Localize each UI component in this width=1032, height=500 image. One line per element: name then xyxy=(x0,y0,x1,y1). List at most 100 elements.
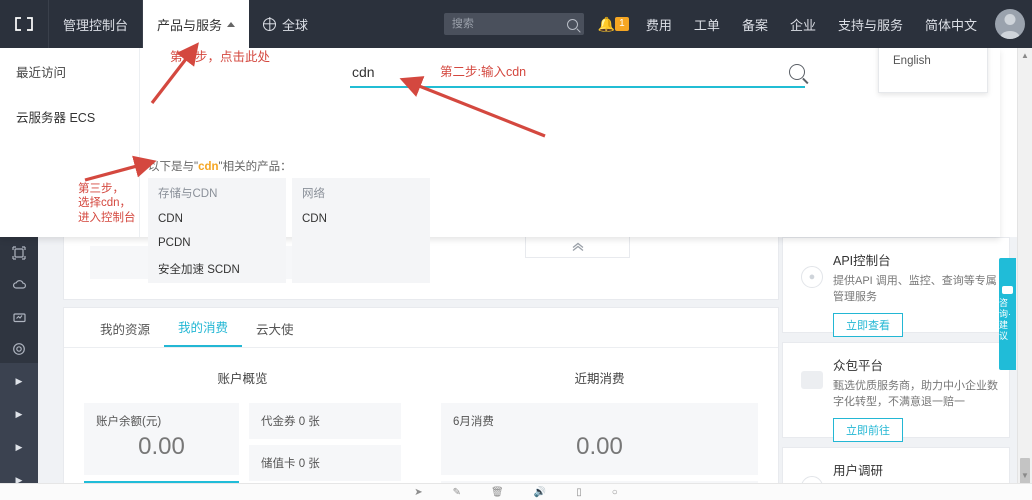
promo-card-button[interactable]: 立即查看 xyxy=(833,312,903,337)
tab-cloud-ambassador[interactable]: 云大使 xyxy=(242,319,308,347)
promo-card-title: 用户调研 xyxy=(833,464,884,478)
user-account[interactable] xyxy=(988,0,1032,48)
product-search-box[interactable] xyxy=(350,62,805,88)
recent-item-ecs[interactable]: 云服务器 ECS xyxy=(16,107,139,126)
annotation-step2: 第二步:输入cdn xyxy=(440,65,527,79)
promo-card-api-console: ● API控制台 提供API 调用、监控、查询等专属管理服务 立即查看 xyxy=(782,237,1010,337)
navbar-spacer xyxy=(322,0,444,48)
consult-suggestion-tab[interactable]: 咨询·建议 xyxy=(999,258,1016,370)
account-overview-title: 账户概览 xyxy=(217,372,268,386)
tab-my-resources[interactable]: 我的资源 xyxy=(86,319,164,347)
promo-card-desc: 甄选优质服务商，助力中小企业数字化转型，不满意退一赔一 xyxy=(833,380,998,408)
nav-region-label: 全球 xyxy=(282,17,309,33)
target-icon[interactable] xyxy=(0,333,38,365)
nav-link-language[interactable]: 简体中文 xyxy=(914,0,988,48)
scroll-down-arrow-icon[interactable]: ▼ xyxy=(1018,468,1032,483)
recent-spending-title: 近期消费 xyxy=(574,372,625,386)
nav-products-label: 产品与服务 xyxy=(157,17,223,33)
right-promo-column: ● API控制台 提供API 调用、监控、查询等专属管理服务 立即查看 众包平台… xyxy=(782,237,1010,500)
stored-card-row: 储值卡 0 张 xyxy=(249,445,401,481)
nav-link-support[interactable]: 支持与服务 xyxy=(827,0,914,48)
balance-box: 账户余额(元) 0.00 xyxy=(84,403,239,475)
product-category-columns: 存储与CDN CDN PCDN 安全加速 SCDN 网络 CDN xyxy=(148,178,430,283)
navbar-search[interactable] xyxy=(443,13,584,35)
month-spend-box: 6月消费 0.00 xyxy=(441,403,758,475)
expand-arrow-3-icon[interactable]: ▶ xyxy=(0,431,38,464)
cloud-icon[interactable] xyxy=(0,269,38,301)
nav-link-tickets[interactable]: 工单 xyxy=(683,0,731,48)
dashboard-icon[interactable] xyxy=(0,237,38,269)
overview-panes: 账户概览 账户余额(元) 0.00 充值 代金券 0 张 储值卡 0 张 xyxy=(64,348,778,500)
voucher-row: 代金券 0 张 xyxy=(249,403,401,439)
expand-arrow-2-icon[interactable]: ▶ xyxy=(0,398,38,431)
recent-spending-pane: 近期消费 6月消费 0.00 参加最新活动，开启云计算新旅程 xyxy=(421,348,778,500)
month-spend-label: 6月消费 xyxy=(453,416,494,428)
product-search-wrapper xyxy=(350,62,805,88)
user-circle-icon: ● xyxy=(801,266,823,288)
product-item-pcdn[interactable]: PCDN xyxy=(148,231,286,255)
window-icon[interactable]: ▯ xyxy=(576,487,582,498)
monitor-icon[interactable] xyxy=(0,301,38,333)
send-icon[interactable]: ➤ xyxy=(414,487,422,498)
bell-icon[interactable]: 🔔 xyxy=(598,17,615,31)
search-input[interactable] xyxy=(449,17,567,31)
nav-console[interactable]: 管理控制台 xyxy=(48,0,144,48)
nav-region-selector[interactable]: 全球 xyxy=(249,0,322,48)
product-item-cdn-network[interactable]: CDN xyxy=(292,207,430,231)
bottom-tray: ➤ ✎ 🗑 🔊 ▯ ○ xyxy=(0,483,1032,500)
search-icon[interactable] xyxy=(566,18,578,30)
volume-icon[interactable]: 🔊 xyxy=(534,487,546,498)
scroll-up-arrow-icon[interactable]: ▲ xyxy=(1018,48,1032,63)
nav-products-and-services[interactable]: 产品与服务 xyxy=(143,0,250,48)
promo-card-crowdsourcing: 众包平台 甄选优质服务商，助力中小企业数字化转型，不满意退一赔一 立即前往 xyxy=(782,342,1010,442)
search-icon[interactable] xyxy=(789,64,805,80)
page-scrollbar[interactable]: ▲ ▼ xyxy=(1017,48,1032,498)
chevron-up-icon xyxy=(227,21,236,27)
edit-icon[interactable]: ✎ xyxy=(453,487,461,498)
search-result-hint: 以下是与"cdn"相关的产品： xyxy=(148,158,292,174)
product-search-input[interactable] xyxy=(350,62,789,82)
browser-viewport: 管理控制台 产品与服务 全球 🔔 1 费用 工单 备案 企业 支持与服务 简 xyxy=(0,0,1032,500)
consult-tab-label: 咨询·建议 xyxy=(999,297,1011,342)
trash-icon[interactable]: 🗑 xyxy=(491,487,504,498)
brand-logo-icon[interactable] xyxy=(0,0,48,48)
month-spend-value: 0.00 xyxy=(576,433,623,460)
category-head: 网络 xyxy=(302,188,325,200)
tab-my-spending[interactable]: 我的消费 xyxy=(164,317,243,347)
avatar[interactable] xyxy=(995,9,1025,39)
category-column-network: 网络 CDN xyxy=(292,178,430,283)
language-option-english[interactable]: English xyxy=(893,55,987,67)
hint-keyword: cdn xyxy=(198,161,219,173)
overview-card: 我的资源 我的消费 云大使 账户概览 账户余额(元) 0.00 充值 xyxy=(63,307,779,500)
promo-card-body: 众包平台 甄选优质服务商，助力中小企业数字化转型，不满意退一赔一 立即前往 xyxy=(833,355,999,442)
nav-link-enterprise[interactable]: 企业 xyxy=(779,0,827,48)
notifications[interactable]: 🔔 1 xyxy=(596,0,635,48)
circle-icon[interactable]: ○ xyxy=(612,487,618,498)
balance-value: 0.00 xyxy=(138,433,185,460)
navbar-right-group: 🔔 1 费用 工单 备案 企业 支持与服务 简体中文 xyxy=(443,0,1032,48)
promo-card-title: 众包平台 xyxy=(833,359,884,373)
recent-visits-title: 最近访问 xyxy=(16,66,67,80)
balance-label: 账户余额(元) xyxy=(96,416,162,428)
annotation-step3-line1: 第三步， xyxy=(78,183,124,195)
promo-card-desc: 提供API 调用、监控、查询等专属管理服务 xyxy=(833,275,997,303)
category-column-storage-cdn: 存储与CDN CDN PCDN 安全加速 SCDN xyxy=(148,178,286,283)
top-navbar: 管理控制台 产品与服务 全球 🔔 1 费用 工单 备案 企业 支持与服务 简 xyxy=(0,0,1032,48)
left-icon-rail: ▶ ▶ ▶ ▶ xyxy=(0,237,38,500)
product-item-scdn[interactable]: 安全加速 SCDN xyxy=(148,255,286,283)
overview-tabs: 我的资源 我的消费 云大使 xyxy=(64,308,778,348)
nav-link-fees[interactable]: 费用 xyxy=(635,0,683,48)
account-overview-pane: 账户概览 账户余额(元) 0.00 充值 代金券 0 张 储值卡 0 张 xyxy=(64,348,421,500)
annotation-step3-line3: 进入控制台 xyxy=(78,211,136,224)
nav-link-icp[interactable]: 备案 xyxy=(731,0,779,48)
collapse-panel-button[interactable] xyxy=(525,236,630,258)
category-head: 存储与CDN xyxy=(158,188,218,200)
hint-suffix: "相关的产品： xyxy=(218,161,292,173)
product-item-cdn[interactable]: CDN xyxy=(148,207,286,231)
nav-console-label: 管理控制台 xyxy=(63,17,129,33)
expand-arrow-1-icon[interactable]: ▶ xyxy=(0,365,38,398)
promo-card-button[interactable]: 立即前往 xyxy=(833,417,903,442)
globe-icon xyxy=(263,17,277,31)
notification-badge: 1 xyxy=(614,17,629,31)
chat-bubble-icon xyxy=(1002,285,1013,294)
